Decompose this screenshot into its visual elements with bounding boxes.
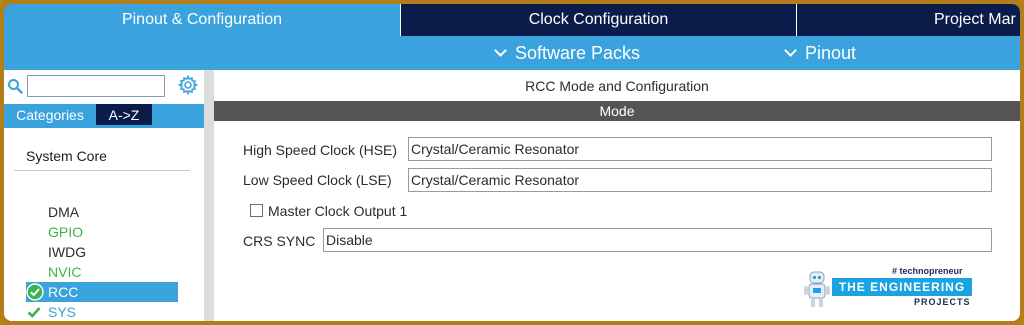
sidebar-item-dma[interactable]: DMA xyxy=(26,202,178,222)
software-packs-menu[interactable]: Software Packs xyxy=(494,36,641,70)
sidebar-item-label: GPIO xyxy=(48,224,84,240)
sidebar-item-iwdg[interactable]: IWDG xyxy=(26,242,178,262)
sidebar-item-nvic[interactable]: NVIC xyxy=(26,262,178,282)
hse-label: High Speed Clock (HSE) xyxy=(243,142,398,158)
crs-sync-label: CRS SYNC xyxy=(243,233,316,249)
gear-icon[interactable] xyxy=(178,75,198,95)
tab-categories[interactable]: Categories xyxy=(8,104,92,125)
sidebar-item-label: DMA xyxy=(48,204,80,220)
tab-project-manager[interactable]: Project Mar xyxy=(797,4,1020,36)
rcc-config-panel: RCC Mode and Configuration Mode High Spe… xyxy=(214,70,1020,321)
category-tab-bar: Categories A->Z xyxy=(4,104,204,128)
pinout-menu[interactable]: Pinout xyxy=(784,36,857,70)
master-clock-output-label[interactable]: Master Clock Output 1 xyxy=(268,203,407,219)
sidebar-item-sys[interactable]: SYS xyxy=(26,302,178,321)
panel-title: RCC Mode and Configuration xyxy=(525,78,709,94)
software-packs-label: Software Packs xyxy=(515,42,641,63)
crs-sync-select[interactable]: Disable xyxy=(323,228,992,252)
logo-subtitle: PROJECTS xyxy=(914,297,971,307)
lse-select[interactable]: Crystal/Ceramic Resonator xyxy=(408,168,992,192)
sidebar: Categories A->Z System Core DMA GPIO IWD… xyxy=(4,70,204,321)
sidebar-item-label: IWDG xyxy=(48,244,87,260)
top-tab-bar: Pinout & Configuration Clock Configurati… xyxy=(4,4,1020,36)
sidebar-item-label: NVIC xyxy=(48,264,82,280)
sidebar-item-rcc[interactable]: RCC xyxy=(26,282,178,302)
master-clock-output-checkbox[interactable] xyxy=(250,204,263,217)
hse-select[interactable]: Crystal/Ceramic Resonator xyxy=(408,137,992,161)
sidebar-item-label: RCC xyxy=(48,284,79,300)
system-core-group[interactable]: System Core xyxy=(26,148,107,164)
logo-tagline: # technopreneur xyxy=(892,266,963,276)
panel-splitter[interactable] xyxy=(204,70,214,321)
sidebar-item-gpio[interactable]: GPIO xyxy=(26,222,178,242)
search-icon[interactable] xyxy=(7,78,23,94)
chevron-down-icon xyxy=(494,44,507,57)
chevron-down-icon xyxy=(784,44,797,57)
divider xyxy=(14,170,190,171)
tab-clock-configuration[interactable]: Clock Configuration xyxy=(401,4,797,36)
check-icon xyxy=(27,307,41,318)
search-input[interactable] xyxy=(27,75,165,97)
secondary-menu-bar: Software Packs Pinout xyxy=(4,36,1020,70)
mode-section-header[interactable]: Mode xyxy=(214,101,1020,121)
app-window: Pinout & Configuration Clock Configurati… xyxy=(4,4,1020,321)
sidebar-item-label: SYS xyxy=(48,304,77,320)
watermark-logo: # technopreneur THE ENGINEERING PROJECTS xyxy=(804,266,984,312)
robot-mascot-icon xyxy=(804,271,830,307)
tab-pinout-configuration[interactable]: Pinout & Configuration xyxy=(4,4,401,36)
window-frame: Pinout & Configuration Clock Configurati… xyxy=(0,0,1024,325)
logo-name: THE ENGINEERING xyxy=(832,278,972,296)
pinout-menu-label: Pinout xyxy=(805,42,857,63)
check-circle-icon xyxy=(26,283,44,301)
tab-a-to-z[interactable]: A->Z xyxy=(96,104,152,125)
lse-label: Low Speed Clock (LSE) xyxy=(243,172,392,188)
